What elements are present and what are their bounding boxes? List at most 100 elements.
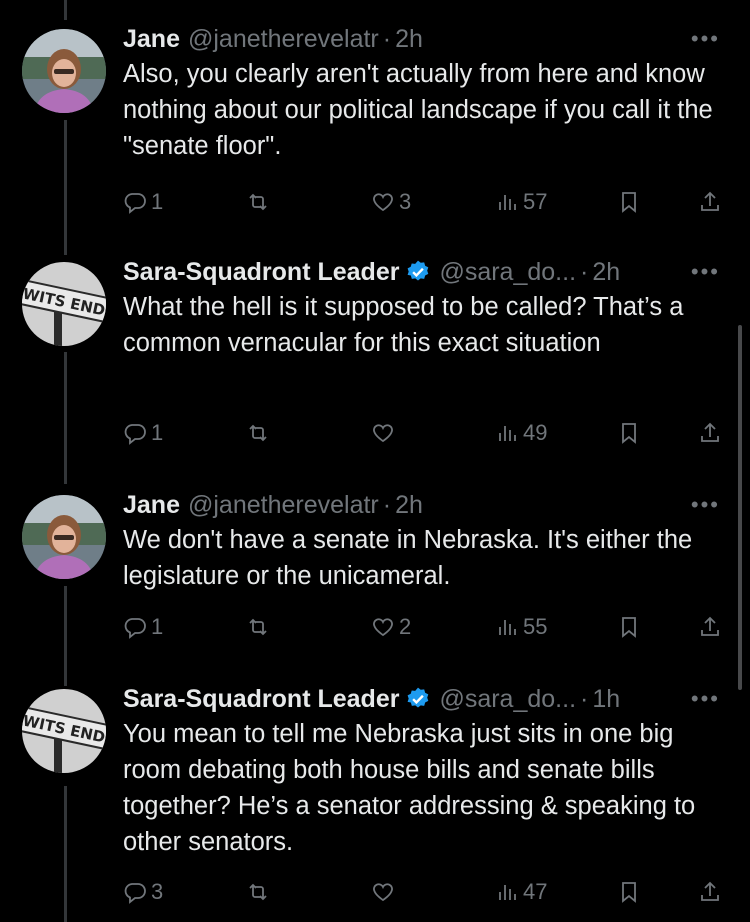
verified-badge-icon xyxy=(408,687,429,708)
more-options-icon[interactable]: ••• xyxy=(691,686,720,712)
timestamp[interactable]: 1h xyxy=(592,682,620,716)
reply-button[interactable]: 1 xyxy=(123,418,163,448)
retweet-button[interactable] xyxy=(246,187,270,217)
views-count: 57 xyxy=(523,189,548,214)
more-options-icon[interactable]: ••• xyxy=(691,492,720,518)
thread-line xyxy=(64,0,67,20)
timestamp[interactable]: 2h xyxy=(592,255,620,289)
like-count: 3 xyxy=(399,189,412,214)
retweet-button[interactable] xyxy=(246,612,270,642)
tweet-text: You mean to tell me Nebraska just sits i… xyxy=(123,720,696,856)
avatar-sara[interactable]: WITS END xyxy=(22,689,106,773)
views-icon xyxy=(499,426,516,441)
jane-avatar-image xyxy=(22,495,106,579)
timestamp[interactable]: 2h xyxy=(395,488,423,522)
avatar-jane[interactable] xyxy=(22,495,106,579)
retweet-button[interactable] xyxy=(246,418,270,448)
separator-dot: · xyxy=(382,491,392,519)
tweet-text: What the hell is it supposed to be calle… xyxy=(123,293,684,357)
bookmark-icon xyxy=(622,882,636,903)
heart-icon xyxy=(373,883,393,902)
tweet[interactable]: Jane @janetherevelatr · 2h ••• We don't … xyxy=(0,488,750,658)
views-button[interactable]: 49 xyxy=(495,418,547,448)
separator-dot: · xyxy=(580,258,589,286)
author-handle[interactable]: @sara_do... xyxy=(439,682,576,716)
author-name[interactable]: Jane xyxy=(123,22,180,56)
tweet-header: Sara-Squadront Leader @sara_do... · 2h xyxy=(123,255,720,289)
author-name[interactable]: Jane xyxy=(123,488,180,522)
reply-icon xyxy=(124,883,146,904)
author-handle[interactable]: @janetherevelatr xyxy=(188,22,379,56)
reply-button[interactable]: 1 xyxy=(123,187,163,217)
separator-dot: · xyxy=(580,685,589,713)
share-button[interactable] xyxy=(698,612,722,642)
tweet-actions: 1 2 55 xyxy=(123,612,723,642)
share-button[interactable] xyxy=(698,418,722,448)
retweet-icon xyxy=(249,618,267,636)
bookmark-button[interactable] xyxy=(617,187,641,217)
views-count: 49 xyxy=(523,420,548,445)
retweet-icon xyxy=(249,883,267,901)
tweet[interactable]: WITS END Sara-Squadront Leader @sara_do.… xyxy=(0,682,750,922)
more-options-icon[interactable]: ••• xyxy=(691,26,720,52)
bookmark-icon xyxy=(622,192,636,213)
retweet-button[interactable] xyxy=(246,877,270,907)
tweet-header: Sara-Squadront Leader @sara_do... · 1h xyxy=(123,682,720,716)
bookmark-button[interactable] xyxy=(617,418,641,448)
share-icon xyxy=(701,616,719,636)
reply-button[interactable]: 1 xyxy=(123,612,163,642)
views-icon xyxy=(499,195,516,210)
reply-count: 1 xyxy=(151,189,164,214)
tweet-text: We don't have a senate in Nebraska. It's… xyxy=(123,526,693,590)
tweet-actions: 1 3 57 xyxy=(123,187,723,217)
reply-icon xyxy=(124,193,146,214)
reply-button[interactable]: 3 xyxy=(123,877,163,907)
views-button[interactable]: 55 xyxy=(495,612,547,642)
views-button[interactable]: 47 xyxy=(495,877,547,907)
like-button[interactable]: 3 xyxy=(371,187,411,217)
views-button[interactable]: 57 xyxy=(495,187,547,217)
like-count: 2 xyxy=(399,614,412,639)
views-icon xyxy=(499,620,516,635)
heart-icon xyxy=(373,424,393,443)
like-button[interactable] xyxy=(371,418,399,448)
tweet-text: Also, you clearly aren't actually from h… xyxy=(123,60,713,160)
views-count: 47 xyxy=(523,879,548,904)
share-button[interactable] xyxy=(698,187,722,217)
bookmark-icon xyxy=(622,617,636,638)
timestamp[interactable]: 2h xyxy=(395,22,423,56)
reply-count: 3 xyxy=(151,879,164,904)
bookmark-icon xyxy=(622,423,636,444)
bookmark-button[interactable] xyxy=(617,612,641,642)
share-button[interactable] xyxy=(698,877,722,907)
author-name[interactable]: Sara-Squadront Leader xyxy=(123,255,399,289)
share-icon xyxy=(701,881,719,901)
tweet[interactable]: WITS END Sara-Squadront Leader @sara_do.… xyxy=(0,255,750,465)
like-button[interactable] xyxy=(371,877,399,907)
tweet-actions: 1 49 xyxy=(123,418,723,448)
retweet-icon xyxy=(249,193,267,211)
tweet-header: Jane @janetherevelatr · 2h xyxy=(123,488,720,522)
scrollbar[interactable] xyxy=(738,325,742,690)
separator-dot: · xyxy=(382,25,392,53)
tweet[interactable]: Jane @janetherevelatr · 2h ••• Also, you… xyxy=(0,22,750,232)
tweet-actions: 3 47 xyxy=(123,877,723,907)
author-name[interactable]: Sara-Squadront Leader xyxy=(123,682,399,716)
avatar-jane[interactable] xyxy=(22,29,106,113)
views-icon xyxy=(499,885,516,900)
author-handle[interactable]: @sara_do... xyxy=(439,255,576,289)
reply-icon xyxy=(124,424,146,445)
more-options-icon[interactable]: ••• xyxy=(691,259,720,285)
wits-end-sign-avatar-image: WITS END xyxy=(22,689,106,773)
bookmark-button[interactable] xyxy=(617,877,641,907)
jane-avatar-image xyxy=(22,29,106,113)
verified-badge-icon xyxy=(408,260,429,281)
share-icon xyxy=(701,422,719,442)
author-handle[interactable]: @janetherevelatr xyxy=(188,488,379,522)
reply-icon xyxy=(124,618,146,639)
views-count: 55 xyxy=(523,614,548,639)
share-icon xyxy=(701,191,719,211)
reply-count: 1 xyxy=(151,420,164,445)
avatar-sara[interactable]: WITS END xyxy=(22,262,106,346)
like-button[interactable]: 2 xyxy=(371,612,411,642)
